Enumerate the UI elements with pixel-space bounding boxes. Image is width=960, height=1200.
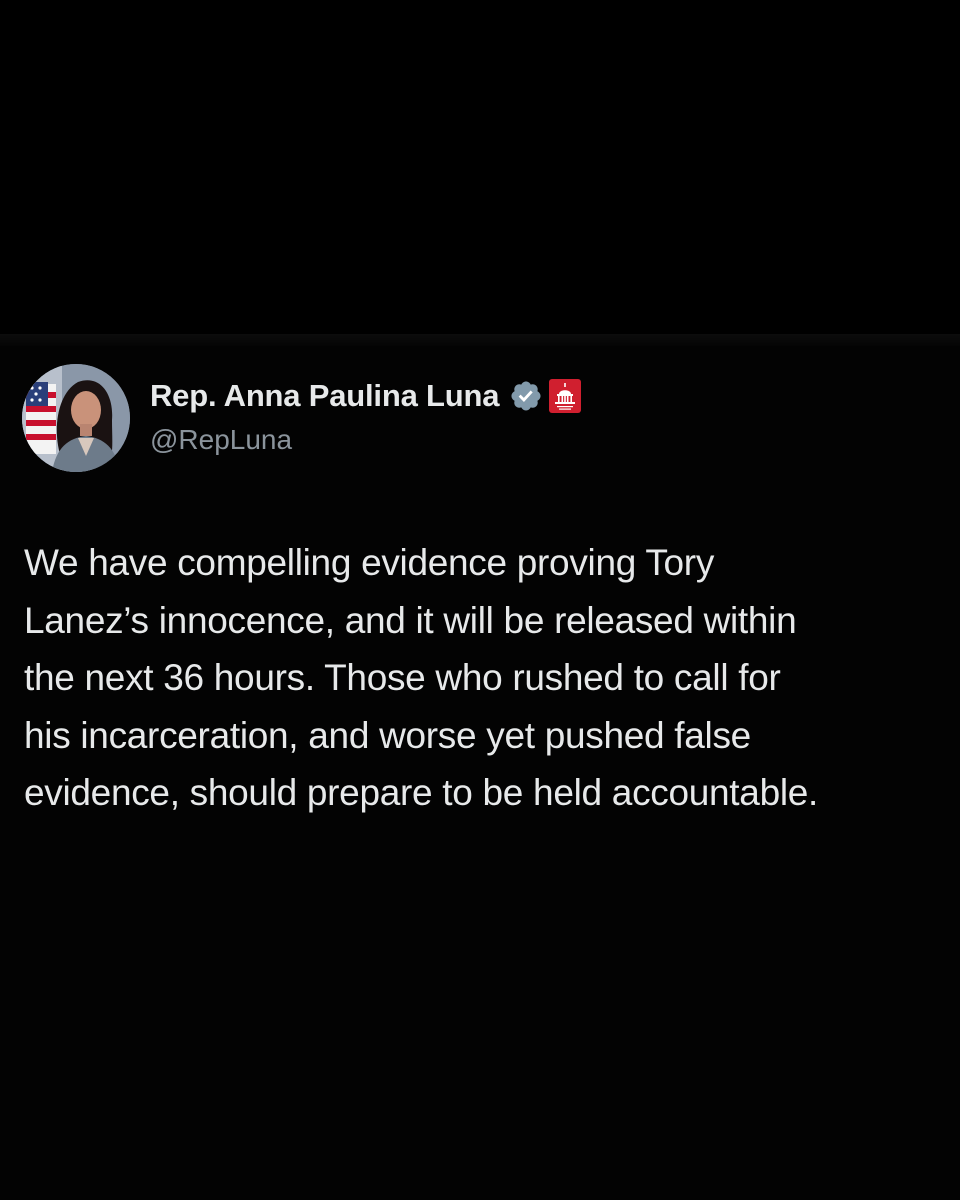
display-name[interactable]: Rep. Anna Paulina Luna xyxy=(150,378,499,414)
avatar-photo xyxy=(22,364,130,472)
tweet-card[interactable]: Rep. Anna Paulina Luna @RepLuna We have … xyxy=(0,346,960,1200)
handle[interactable]: @RepLuna xyxy=(150,424,292,456)
top-empty-area xyxy=(0,0,960,334)
capitol-icon[interactable] xyxy=(549,379,582,413)
author-name-row: Rep. Anna Paulina Luna xyxy=(150,376,582,416)
verified-badge-icon[interactable] xyxy=(509,379,543,413)
divider xyxy=(0,334,960,346)
avatar[interactable] xyxy=(22,364,130,472)
tweet-text: We have compelling evidence proving Tory… xyxy=(24,542,819,813)
